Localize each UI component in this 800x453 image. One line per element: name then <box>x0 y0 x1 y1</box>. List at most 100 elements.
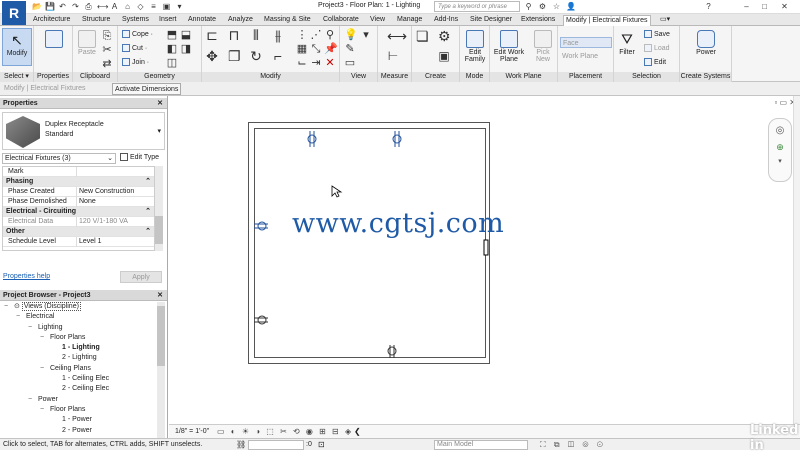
extend-icon[interactable]: ⇥ <box>310 57 322 69</box>
collapse-toggle-icon[interactable]: − <box>40 333 50 343</box>
canvas-vertical-scrollbar[interactable] <box>793 96 800 424</box>
close-icon[interactable]: ✕ <box>780 2 789 11</box>
browser-node[interactable]: 1 - Lighting <box>2 343 156 353</box>
collapse-toggle-icon[interactable]: − <box>16 312 26 322</box>
demolish-icon[interactable]: ⬓ <box>180 29 192 41</box>
instance-filter-dropdown[interactable]: Electrical Fixtures (3) ⌄ <box>2 153 116 164</box>
collapse-icon[interactable]: ⌃ <box>145 177 151 187</box>
worksharing-icon[interactable]: ⛓ <box>236 440 246 449</box>
pick-new-button[interactable]: Pick New <box>530 30 556 63</box>
thin-lines-icon[interactable]: ≡ <box>149 2 158 11</box>
close-project-browser-icon[interactable]: ✕ <box>157 290 163 301</box>
browser-node[interactable]: − Power <box>2 395 156 405</box>
unpin-icon[interactable]: ⚲ <box>324 29 336 41</box>
cut-icon[interactable]: ✂ <box>101 44 113 56</box>
infocenter-icon[interactable]: ⚙ <box>538 2 547 11</box>
receptacle-bottom[interactable] <box>387 345 397 358</box>
property-row[interactable]: Phase Demolished None <box>3 197 154 207</box>
tab-site-designer[interactable]: Site Designer <box>468 15 514 26</box>
close-properties-icon[interactable]: ✕ <box>157 98 163 109</box>
tab-manage[interactable]: Manage <box>395 15 424 26</box>
browser-node[interactable]: − Ceiling Plans <box>2 364 156 374</box>
browser-scroll-thumb[interactable] <box>157 306 165 366</box>
collapse-icon[interactable]: ⌃ <box>145 207 151 217</box>
cope-button[interactable]: Cope · <box>122 29 153 40</box>
browser-node[interactable]: − Floor Plans <box>2 333 156 343</box>
trim-multiple-icon[interactable]: ⌙ <box>296 57 308 69</box>
collapse-toggle-icon[interactable]: − <box>4 302 14 312</box>
delete-icon[interactable]: ✕ <box>324 57 336 69</box>
print-icon[interactable]: ⎙ <box>84 2 93 11</box>
property-value[interactable]: 120 V/1-180 VA <box>79 217 128 227</box>
view-control-icons[interactable]: ▭ ◐ ☀ ◑ ⬚ ✂ ⟲ ◉ ⊞ ⊟ ◈ <box>217 427 353 436</box>
rotate-icon[interactable]: ↻ <box>250 49 262 63</box>
property-value[interactable]: Level 1 <box>79 237 102 247</box>
hide-in-view-icon[interactable]: 💡 <box>344 29 358 41</box>
wall-grip-handle[interactable] <box>483 239 489 256</box>
view-control-more-icon[interactable]: ❮ <box>354 427 361 436</box>
load-selection-button[interactable]: Load <box>644 43 670 54</box>
receptacle-top-right[interactable] <box>392 131 402 147</box>
binoculars-icon[interactable]: ⚲ <box>524 2 533 11</box>
paste-button[interactable]: Paste <box>76 30 98 56</box>
paint-icon[interactable]: ◨ <box>180 43 192 55</box>
search-input[interactable]: Type a keyword or phrase <box>434 1 520 12</box>
remove-paint-icon[interactable]: ◫ <box>166 57 178 69</box>
tab-modify-electrical-fixtures[interactable]: Modify | Electrical Fixtures <box>563 15 651 26</box>
ribbon-minimize-icon[interactable]: ▭▾ <box>658 15 672 26</box>
filter-button[interactable]: ⛛ Filter <box>616 30 638 56</box>
collapse-toggle-icon[interactable]: − <box>40 405 50 415</box>
property-row[interactable]: Schedule Level Level 1 <box>3 237 154 247</box>
maximize-icon[interactable]: □ <box>760 2 769 11</box>
create-similar-icon[interactable]: ⚙ <box>438 29 451 43</box>
copy-icon[interactable]: ⎘ <box>101 30 113 42</box>
workset-field[interactable] <box>248 440 304 450</box>
split-icon[interactable]: ⋮ <box>296 29 308 41</box>
copy-element-icon[interactable]: ❐ <box>228 49 241 63</box>
save-icon[interactable]: 💾 <box>45 2 55 11</box>
selection-toggles-icons[interactable]: ⛶ ⧉ ◫ ⊚ ⊙ <box>540 440 606 450</box>
tab-structure[interactable]: Structure <box>80 15 112 26</box>
properties-scroll-thumb[interactable] <box>155 216 163 244</box>
drawing-area[interactable]: ▫ ▭ ✕ www.cgtsj.com ◎ ⊕ ▾ <box>169 96 800 424</box>
edit-family-button[interactable]: Edit Family <box>461 30 489 63</box>
open-icon[interactable]: 📂 <box>32 2 42 11</box>
match-properties-icon[interactable]: ⇄ <box>101 58 113 70</box>
3d-view-icon[interactable]: ⌂ <box>123 2 132 11</box>
pin-icon[interactable]: 📌 <box>324 43 338 55</box>
power-button[interactable]: Power <box>690 30 722 56</box>
tab-architecture[interactable]: Architecture <box>31 15 72 26</box>
property-section[interactable]: Electrical - Circuiting ⌃ <box>3 207 154 217</box>
properties-help-link[interactable]: Properties help <box>3 273 50 280</box>
browser-node[interactable]: 2 - Lighting <box>2 353 156 363</box>
undo-icon[interactable]: ↶ <box>58 2 67 11</box>
align-icon[interactable]: ⊏ <box>206 28 218 42</box>
tab-view[interactable]: View <box>368 15 387 26</box>
view-dropdown-icon[interactable]: ▾ <box>360 29 372 41</box>
receptacle-top-left[interactable] <box>307 131 317 147</box>
browser-node[interactable]: 1 - Power <box>2 415 156 425</box>
create-group-icon[interactable]: ▣ <box>438 50 450 62</box>
text-icon[interactable]: A <box>110 2 119 11</box>
collapse-toggle-icon[interactable]: − <box>40 364 50 374</box>
move-icon[interactable]: ✥ <box>206 49 218 63</box>
property-section[interactable]: Phasing ⌃ <box>3 177 154 187</box>
array-icon[interactable]: ▦ <box>296 43 308 55</box>
switch-windows-icon[interactable]: ▾ <box>175 2 184 11</box>
face-button[interactable]: Face <box>560 37 612 48</box>
join-button[interactable]: Join · <box>122 57 149 68</box>
browser-scrollbar[interactable] <box>157 302 165 438</box>
browser-node[interactable]: − Lighting <box>2 323 156 333</box>
apply-button[interactable]: Apply <box>120 271 162 283</box>
mirror-axis-icon[interactable]: ⫴ <box>250 28 262 42</box>
tab-extensions[interactable]: Extensions <box>519 15 557 26</box>
wall-joins-icon[interactable]: ⬒ <box>166 29 178 41</box>
browser-node[interactable]: − ⊙ Views (Discipline) <box>2 302 156 312</box>
view-scale[interactable]: 1/8" = 1'-0" <box>175 428 209 435</box>
override-graphics-icon[interactable]: ✎ <box>344 43 356 55</box>
edit-work-plane-button[interactable]: Edit Work Plane <box>491 30 527 63</box>
scale-icon[interactable]: ⤡ <box>310 43 322 55</box>
save-selection-button[interactable]: Save <box>644 29 670 40</box>
property-row[interactable]: Electrical Data 120 V/1-180 VA <box>3 217 154 227</box>
editing-requests-icon[interactable]: ⊡ <box>318 440 325 449</box>
